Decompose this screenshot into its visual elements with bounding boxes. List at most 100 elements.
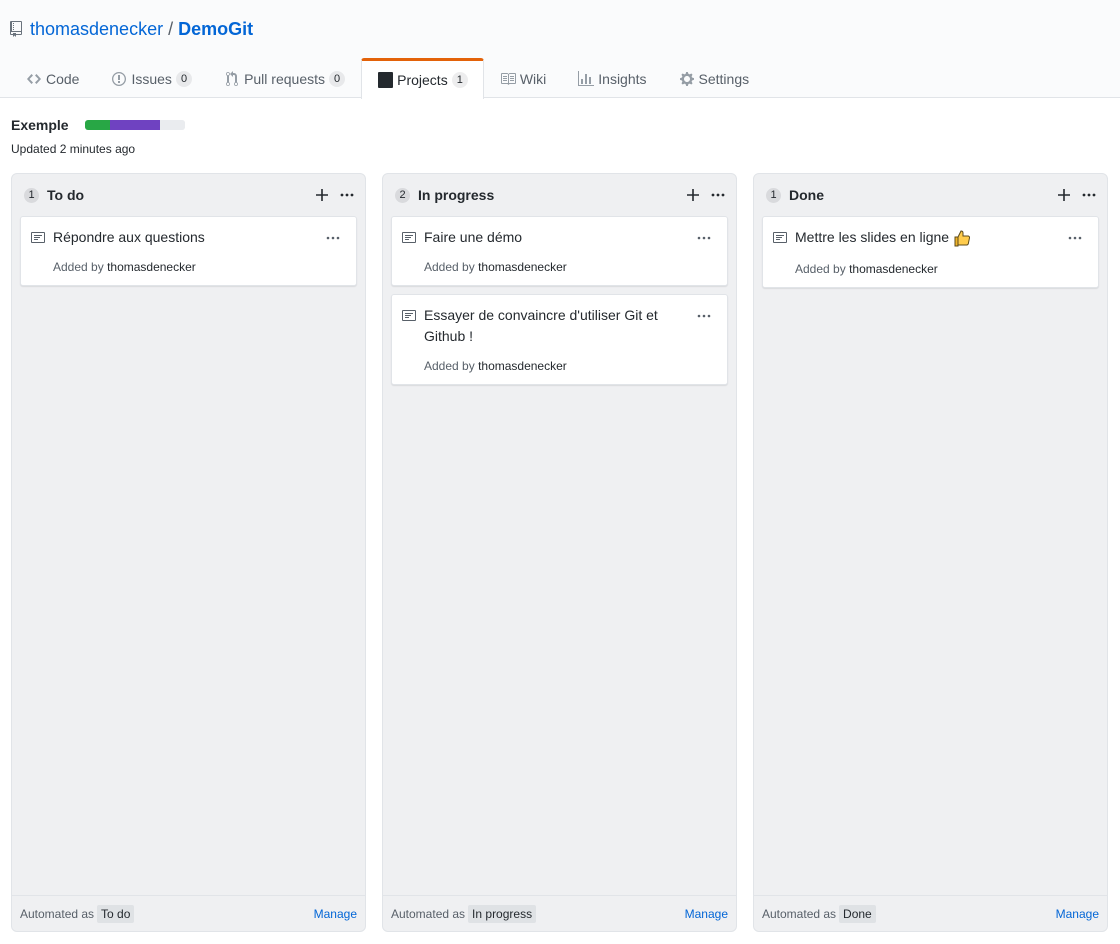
project-icon bbox=[377, 72, 393, 88]
card-menu-kebab-icon[interactable] bbox=[697, 305, 713, 318]
card-menu-kebab-icon[interactable] bbox=[1068, 227, 1084, 240]
tab-code[interactable]: Code bbox=[10, 58, 95, 98]
column-done: 1 Done Mettre les slides en ligne Added … bbox=[753, 173, 1108, 932]
tab-label: Issues bbox=[131, 70, 172, 87]
repo-owner-link[interactable]: thomasdenecker bbox=[30, 19, 163, 40]
progress-todo-segment bbox=[159, 120, 185, 130]
note-icon bbox=[773, 230, 789, 246]
add-card-plus-icon[interactable] bbox=[1055, 186, 1073, 204]
git-pull-request-icon bbox=[224, 70, 240, 87]
project-card[interactable]: Répondre aux questions Added by thomasde… bbox=[20, 216, 357, 286]
added-by-prefix: Added by bbox=[53, 260, 104, 274]
column-menu-kebab-icon[interactable] bbox=[1081, 186, 1097, 204]
column-actions bbox=[684, 186, 726, 204]
manage-automation-link[interactable]: Manage bbox=[685, 907, 728, 921]
card-added-by: Added by thomasdenecker bbox=[795, 262, 938, 276]
automated-value: Done bbox=[839, 904, 876, 923]
column-name: To do bbox=[47, 187, 85, 203]
note-icon bbox=[402, 230, 418, 246]
column-header: 1 To do bbox=[12, 174, 365, 216]
card-title: Répondre aux questions bbox=[53, 229, 205, 245]
progress-done-segment bbox=[84, 120, 110, 130]
added-by-user-link[interactable]: thomasdenecker bbox=[478, 359, 567, 373]
card-added-by: Added by thomasdenecker bbox=[424, 260, 567, 274]
note-icon bbox=[402, 308, 418, 324]
column-actions bbox=[1055, 186, 1097, 204]
projects-counter: 1 bbox=[451, 72, 468, 88]
tab-label: Pull requests bbox=[244, 70, 325, 87]
added-by-prefix: Added by bbox=[795, 262, 846, 276]
tab-pull-requests[interactable]: Pull requests 0 bbox=[208, 58, 361, 98]
project-title-row: Exemple bbox=[11, 116, 185, 134]
automated-value: In progress bbox=[468, 904, 537, 923]
column-header: 2 In progress bbox=[383, 174, 736, 216]
column-menu-kebab-icon[interactable] bbox=[339, 186, 355, 204]
graph-icon bbox=[578, 70, 595, 87]
progress-in-progress-segment bbox=[109, 120, 160, 130]
repo-nav-tabs: Code Issues 0 Pull requests 0 Projects 1 bbox=[10, 58, 766, 99]
added-by-user-link[interactable]: thomasdenecker bbox=[478, 260, 567, 274]
manage-automation-link[interactable]: Manage bbox=[314, 907, 357, 921]
column-card-count: 1 bbox=[766, 187, 781, 203]
project-card[interactable]: Mettre les slides en ligne Added by thom… bbox=[762, 216, 1099, 288]
added-by-prefix: Added by bbox=[424, 359, 475, 373]
card-added-by: Added by thomasdenecker bbox=[53, 260, 196, 274]
column-card-count: 1 bbox=[24, 187, 39, 203]
card-added-by: Added by thomasdenecker bbox=[424, 359, 567, 373]
column-card-count: 2 bbox=[395, 187, 410, 203]
pull-requests-counter: 0 bbox=[329, 70, 346, 87]
manage-automation-link[interactable]: Manage bbox=[1056, 907, 1099, 921]
column-in-progress: 2 In progress Faire une démo Added by th… bbox=[382, 173, 737, 932]
column-footer: Automated as To do Manage bbox=[12, 895, 365, 931]
automated-label: Automated as bbox=[391, 906, 466, 921]
repo-icon bbox=[10, 19, 24, 39]
code-icon bbox=[26, 71, 42, 87]
tab-label: Insights bbox=[598, 70, 647, 87]
project-card[interactable]: Essayer de convaincre d'utiliser Git et … bbox=[391, 294, 728, 385]
added-by-user-link[interactable]: thomasdenecker bbox=[107, 260, 196, 274]
project-name: Exemple bbox=[11, 117, 69, 133]
column-todo: 1 To do Répondre aux questions Added by … bbox=[11, 173, 366, 932]
added-by-user-link[interactable]: thomasdenecker bbox=[849, 262, 938, 276]
tab-label: Settings bbox=[698, 70, 750, 87]
tab-settings[interactable]: Settings bbox=[663, 58, 766, 98]
card-menu-kebab-icon[interactable] bbox=[326, 227, 342, 240]
column-menu-kebab-icon[interactable] bbox=[710, 186, 726, 204]
book-icon bbox=[500, 71, 516, 87]
added-by-prefix: Added by bbox=[424, 260, 475, 274]
column-header: 1 Done bbox=[754, 174, 1107, 216]
tab-issues[interactable]: Issues 0 bbox=[95, 58, 208, 98]
repo-name-link[interactable]: DemoGit bbox=[178, 19, 253, 40]
repo-title: thomasdenecker / DemoGit bbox=[10, 17, 253, 41]
gear-icon bbox=[679, 71, 695, 87]
tab-insights[interactable]: Insights bbox=[562, 58, 662, 98]
column-name: In progress bbox=[418, 187, 495, 203]
note-icon bbox=[31, 230, 47, 246]
tab-wiki[interactable]: Wiki bbox=[484, 58, 562, 98]
column-footer: Automated as Done Manage bbox=[754, 895, 1107, 931]
issues-counter: 0 bbox=[175, 70, 193, 87]
add-card-plus-icon[interactable] bbox=[313, 186, 331, 204]
card-title-row: Mettre les slides en ligne bbox=[795, 227, 1065, 248]
automated-label: Automated as bbox=[762, 906, 837, 921]
tab-projects[interactable]: Projects 1 bbox=[361, 58, 484, 99]
add-card-plus-icon[interactable] bbox=[684, 186, 702, 204]
thumbs-up-icon bbox=[952, 228, 972, 248]
card-title: Mettre les slides en ligne bbox=[795, 229, 950, 245]
card-menu-kebab-icon[interactable] bbox=[697, 227, 713, 240]
tab-label: Projects bbox=[397, 72, 448, 88]
repo-separator: / bbox=[168, 18, 174, 39]
column-actions bbox=[313, 186, 355, 204]
project-card[interactable]: Faire une démo Added by thomasdenecker bbox=[391, 216, 728, 286]
project-progress-bar bbox=[84, 120, 185, 130]
tab-label: Wiki bbox=[519, 70, 547, 87]
automated-label: Automated as bbox=[20, 906, 95, 921]
issue-opened-icon bbox=[111, 71, 127, 87]
column-footer: Automated as In progress Manage bbox=[383, 895, 736, 931]
project-header: Exemple Updated 2 minutes ago bbox=[11, 116, 185, 156]
automated-value: To do bbox=[97, 904, 135, 923]
project-updated-text: Updated 2 minutes ago bbox=[11, 142, 136, 156]
repo-header: thomasdenecker / DemoGit Code Issues 0 P… bbox=[0, 0, 1120, 99]
column-name: Done bbox=[789, 187, 824, 203]
tab-label: Code bbox=[46, 70, 80, 87]
